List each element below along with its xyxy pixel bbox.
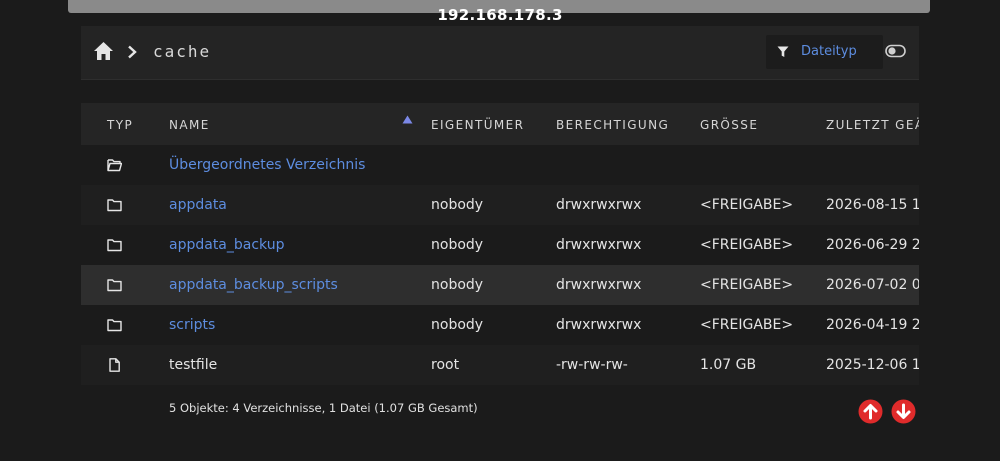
folder-icon: [107, 239, 122, 252]
filter-type-button[interactable]: Dateityp: [766, 35, 883, 69]
file-name-link[interactable]: appdata_backup: [169, 237, 285, 253]
owner-cell: nobody: [431, 277, 484, 293]
file-name-link[interactable]: appdata_backup_scripts: [169, 277, 338, 293]
modified-cell: 2026-06-29 2: [826, 237, 919, 253]
size-cell: <FREIGABE>: [700, 317, 794, 333]
column-type[interactable]: TYP: [107, 118, 133, 132]
modified-cell: 2026-08-15 1: [826, 197, 919, 213]
modified-cell: 2026-07-02 0: [826, 277, 919, 293]
filter-icon: [777, 46, 789, 57]
parent-directory-link[interactable]: Übergeordnetes Verzeichnis: [169, 157, 365, 173]
size-cell: 1.07 GB: [700, 357, 757, 373]
host-title: 192.168.178.3: [437, 6, 563, 24]
folder-icon: [107, 199, 122, 212]
table-row[interactable]: appdata nobody drwxrwxrwx <FREIGABE> 202…: [81, 185, 919, 225]
file-name-link[interactable]: appdata: [169, 197, 227, 213]
parent-directory-row[interactable]: Übergeordnetes Verzeichnis: [81, 145, 919, 185]
chevron-right-icon: [128, 45, 137, 59]
file-table: TYP NAME EIGENTÜMER BERECHTIGUNG GRÖSSE …: [81, 103, 919, 433]
folder-icon: [107, 279, 122, 292]
column-size[interactable]: GRÖSSE: [700, 118, 758, 132]
table-row[interactable]: appdata_backup_scripts nobody drwxrwxrwx…: [81, 265, 919, 305]
column-owner[interactable]: EIGENTÜMER: [431, 118, 524, 132]
sort-ascending-icon[interactable]: [402, 115, 413, 124]
modified-cell: 2025-12-06 1: [826, 357, 919, 373]
column-permission[interactable]: BERECHTIGUNG: [556, 118, 669, 132]
summary-text: 5 Objekte: 4 Verzeichnisse, 1 Datei (1.0…: [169, 401, 478, 415]
column-name[interactable]: NAME: [169, 118, 210, 132]
permission-cell: drwxrwxrwx: [556, 197, 642, 213]
table-row[interactable]: appdata_backup nobody drwxrwxrwx <FREIGA…: [81, 225, 919, 265]
table-row[interactable]: testfile root -rw-rw-rw- 1.07 GB 2025-12…: [81, 345, 919, 385]
permission-cell: -rw-rw-rw-: [556, 357, 628, 373]
toggle-icon[interactable]: [885, 44, 906, 58]
permission-cell: drwxrwxrwx: [556, 317, 642, 333]
owner-cell: nobody: [431, 317, 484, 333]
filter-type-label: Dateityp: [801, 44, 857, 59]
size-cell: <FREIGABE>: [700, 277, 794, 293]
permission-cell: drwxrwxrwx: [556, 277, 642, 293]
owner-cell: root: [431, 357, 460, 373]
folder-open-icon: [107, 159, 122, 172]
column-modified[interactable]: ZULETZT GEÄ: [826, 118, 919, 132]
breadcrumb-current[interactable]: cache: [153, 42, 211, 61]
scroll-up-button[interactable]: [858, 399, 883, 424]
folder-icon: [107, 319, 122, 332]
owner-cell: nobody: [431, 237, 484, 253]
modified-cell: 2026-04-19 2: [826, 317, 919, 333]
size-cell: <FREIGABE>: [700, 237, 794, 253]
file-name-link[interactable]: scripts: [169, 317, 215, 333]
scroll-down-button[interactable]: [891, 399, 916, 424]
table-header: TYP NAME EIGENTÜMER BERECHTIGUNG GRÖSSE …: [81, 103, 919, 145]
size-cell: <FREIGABE>: [700, 197, 794, 213]
owner-cell: nobody: [431, 197, 484, 213]
file-name-link[interactable]: testfile: [169, 357, 217, 373]
breadcrumb: cache Dateityp: [81, 26, 919, 80]
permission-cell: drwxrwxrwx: [556, 237, 642, 253]
home-icon[interactable]: [93, 41, 114, 61]
file-icon: [109, 358, 120, 372]
table-row[interactable]: scripts nobody drwxrwxrwx <FREIGABE> 202…: [81, 305, 919, 345]
